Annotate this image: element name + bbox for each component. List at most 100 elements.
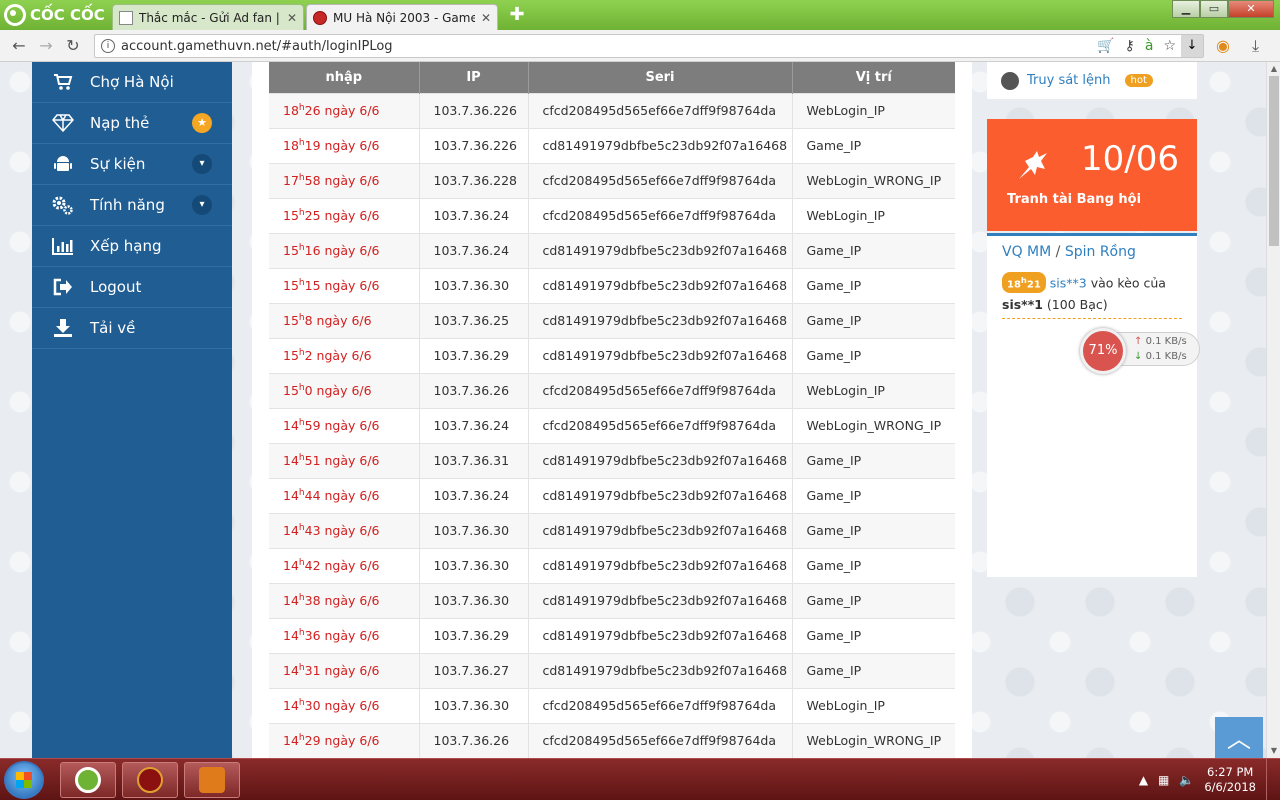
scrollbar-thumb[interactable]	[1269, 76, 1279, 246]
taskbar-media-player[interactable]	[184, 762, 240, 798]
reload-icon[interactable]: ↻	[64, 37, 82, 55]
taskbar-coccoc[interactable]	[60, 762, 116, 798]
feed-user[interactable]: sis**3	[1050, 275, 1087, 290]
login-hour: 14	[283, 523, 299, 539]
network-icon[interactable]: ▦	[1158, 773, 1169, 787]
login-ip: 103.7.36.30	[419, 687, 529, 723]
show-desktop-button[interactable]	[1266, 759, 1280, 800]
page-scrollbar[interactable]: ▲ ▼	[1266, 62, 1280, 758]
login-minute-date: 2 ngày 6/6	[304, 348, 372, 364]
truy-sat-lenh-link[interactable]: Truy sát lệnh hot	[987, 62, 1197, 99]
taskbar-mu-game[interactable]	[122, 762, 178, 798]
table-row: 15h15 ngày 6/6 103.7.36.30 cd81491979dbfbe…	[269, 267, 955, 303]
tab-thac-mac[interactable]: Thắc mắc - Gửi Ad fan | Ga ✕	[112, 4, 304, 30]
coccoc-a-icon[interactable]: à	[1145, 38, 1154, 54]
login-minute-date: 59 ngày 6/6	[304, 418, 380, 434]
sidebar-item-nap-the[interactable]: Nạp thẻ ★	[32, 103, 232, 144]
download-arrow-icon[interactable]: ↓	[1181, 35, 1203, 57]
shopping-cart-icon[interactable]: 🛒	[1097, 38, 1114, 54]
cart-icon	[52, 71, 74, 93]
table-row: 18h19 ngày 6/6 103.7.36.226 cd81491979dbfb…	[269, 127, 955, 163]
sidebar-item-su-kien[interactable]: Sự kiện ▾	[32, 144, 232, 185]
volume-icon[interactable]: 🔈	[1179, 773, 1194, 787]
bookmark-star-icon[interactable]: ☆	[1163, 38, 1176, 54]
back-icon[interactable]: ←	[10, 37, 28, 55]
login-hour: 18	[283, 138, 299, 154]
mu-game-app-icon	[137, 767, 163, 793]
address-bar[interactable]: i account.gamethuvn.net/#auth/loginIPLog…	[94, 34, 1204, 58]
login-hour: 14	[283, 593, 299, 609]
login-ip: 103.7.36.24	[419, 197, 529, 233]
system-clock[interactable]: 6:27 PM 6/6/2018	[1204, 765, 1256, 795]
login-seri: cfcd208495d565ef66e7dff9f98764da	[528, 722, 793, 758]
login-hour: 15	[283, 243, 299, 259]
tab-spin-rong[interactable]: Spin Rồng	[1065, 244, 1136, 260]
tab-mu-ha-noi[interactable]: MU Hà Nội 2003 - Gameth ✕	[306, 4, 498, 30]
url-text[interactable]: account.gamethuvn.net/#auth/loginIPLog	[121, 39, 1092, 54]
feed-item: 18h21 sis**3 vào kèo của sis**1 (100 Bạc…	[1002, 272, 1182, 320]
table-row: 14h38 ngày 6/6 103.7.36.30 cd81491979dbfbe…	[269, 582, 955, 618]
sidebar-item-tai-ve[interactable]: Tải về	[32, 308, 232, 349]
sidebar-item-label: Tải về	[90, 319, 136, 337]
table-row: 14h59 ngày 6/6 103.7.36.24 cfcd208495d565e…	[269, 407, 955, 443]
new-tab-icon[interactable]: ✚	[508, 6, 526, 24]
android-icon	[52, 153, 74, 175]
table-row: 14h43 ngày 6/6 103.7.36.30 cd81491979dbfbe…	[269, 512, 955, 548]
login-hour: 14	[283, 663, 299, 679]
login-minute-date: 31 ngày 6/6	[304, 663, 380, 679]
sidebar-item-tinh-nang[interactable]: Tính năng ▾	[32, 185, 232, 226]
forward-icon[interactable]: →	[37, 37, 55, 55]
tab-vq-mm[interactable]: VQ MM	[1002, 244, 1051, 260]
close-tab-icon[interactable]: ✕	[481, 11, 491, 25]
event-card[interactable]: 10/06 Tranh tài Bang hội	[987, 119, 1197, 231]
chevron-up-icon: ︿	[1227, 725, 1251, 753]
info-icon[interactable]: i	[101, 39, 115, 53]
tab-title: Thắc mắc - Gửi Ad fan | Ga	[139, 10, 281, 25]
login-seri: cd81491979dbfbe5c23db92f07a16468	[528, 582, 793, 618]
feed-title: VQ MM / Spin Rồng	[1002, 244, 1136, 260]
mu-favicon-icon	[313, 10, 327, 25]
login-ip-log-table: nhập IP Seri Vị trí 18h26 ngày 6/6 103.7.…	[269, 62, 955, 758]
chevron-down-icon[interactable]: ▾	[192, 195, 212, 215]
login-minute-date: 38 ngày 6/6	[304, 593, 380, 609]
browser-brand[interactable]: CỐC CỐC	[4, 3, 105, 27]
sidebar-item-xep-hang[interactable]: Xếp hạng	[32, 226, 232, 267]
coccoc-logo-icon	[4, 4, 26, 26]
login-minute-date: 16 ngày 6/6	[304, 243, 380, 259]
login-seri: cfcd208495d565ef66e7dff9f98764da	[528, 92, 793, 128]
minimize-icon[interactable]: ▁	[1172, 0, 1200, 18]
login-time: 18h26 ngày 6/6	[269, 92, 420, 128]
sidebar-item-label: Xếp hạng	[90, 237, 162, 255]
close-window-icon[interactable]: ✕	[1228, 0, 1274, 18]
scroll-down-arrow-icon[interactable]: ▼	[1267, 744, 1280, 758]
sidebar-item-cho-ha-noi[interactable]: Chợ Hà Nội	[32, 62, 232, 103]
key-icon[interactable]: ⚷	[1125, 38, 1135, 54]
table-row: 15h16 ngày 6/6 103.7.36.24 cd81491979dbfbe…	[269, 232, 955, 268]
extension-icon[interactable]: ◉	[1216, 36, 1230, 56]
download-rate-value: 0.1 KB/s	[1145, 351, 1187, 362]
login-location: Game_IP	[792, 127, 955, 163]
login-seri: cd81491979dbfbe5c23db92f07a16468	[528, 477, 793, 513]
login-location: Game_IP	[792, 582, 955, 618]
upload-arrow-icon: ↑	[1134, 336, 1143, 347]
table-row: 14h51 ngày 6/6 103.7.36.31 cd81491979dbfbe…	[269, 442, 955, 478]
chevron-down-icon[interactable]: ▾	[192, 154, 212, 174]
login-ip: 103.7.36.24	[419, 232, 529, 268]
feed-amount: (100 Bạc)	[1042, 297, 1108, 313]
close-tab-icon[interactable]: ✕	[287, 11, 297, 25]
sidebar-item-logout[interactable]: Logout	[32, 267, 232, 308]
start-button[interactable]	[4, 761, 44, 799]
login-seri: cd81491979dbfbe5c23db92f07a16468	[528, 547, 793, 583]
login-ip-log-panel: nhập IP Seri Vị trí 18h26 ngày 6/6 103.7.…	[252, 62, 972, 758]
col-header-location: Vị trí	[792, 62, 955, 93]
scroll-to-top-button[interactable]: ︿	[1215, 717, 1263, 758]
downloads-icon[interactable]: ⤓	[1252, 36, 1259, 56]
maximize-icon[interactable]: ▭	[1200, 0, 1228, 18]
network-monitor-widget[interactable]: 71% ↑ 0.1 KB/s ↓ 0.1 KB/s	[1080, 328, 1200, 374]
login-time: 14h43 ngày 6/6	[269, 512, 420, 548]
scroll-up-arrow-icon[interactable]: ▲	[1267, 62, 1280, 76]
login-hour: 15	[283, 313, 299, 329]
login-time: 15h25 ngày 6/6	[269, 197, 420, 233]
show-hidden-icons-icon[interactable]: ▲	[1139, 773, 1148, 787]
warrior-silhouette-icon	[1015, 149, 1051, 183]
